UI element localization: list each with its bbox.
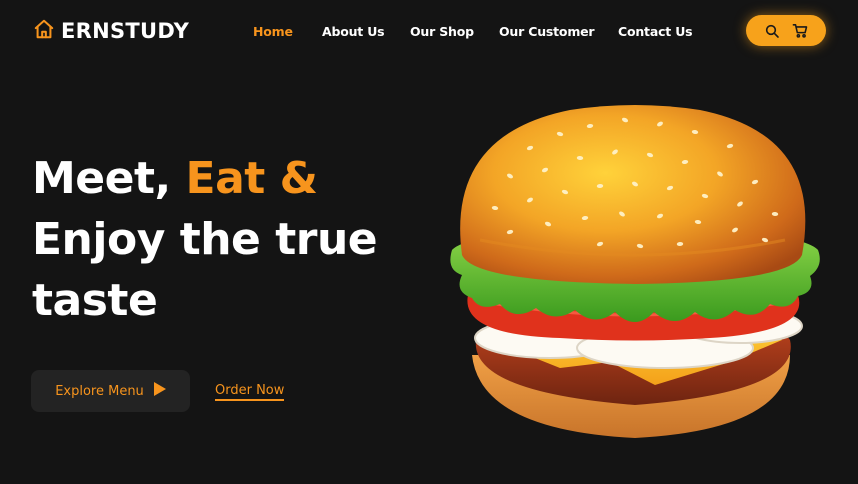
- nav-item-about-us[interactable]: About Us: [322, 24, 385, 39]
- hero-headline-white: Meet,: [32, 153, 186, 204]
- hero-headline: Meet, Eat & Enjoy the true taste: [32, 148, 432, 331]
- explore-menu-button[interactable]: Explore Menu: [31, 370, 190, 412]
- nav-item-our-customer[interactable]: Our Customer: [499, 24, 595, 39]
- order-now-link[interactable]: Order Now: [215, 383, 285, 401]
- explore-menu-label: Explore Menu: [55, 383, 144, 399]
- play-arrow-icon: [153, 382, 166, 400]
- nav-item-contact-us[interactable]: Contact Us: [618, 24, 693, 39]
- header-actions: [746, 15, 826, 46]
- hero-headline-line3: taste: [32, 275, 158, 326]
- search-icon[interactable]: [764, 23, 780, 39]
- hero-headline-line1: Meet, Eat &: [32, 153, 318, 204]
- brand-name: ERNSTUDY: [61, 19, 190, 43]
- hero-headline-accent: Eat &: [185, 153, 318, 204]
- hero-headline-line2: Enjoy the true: [32, 214, 378, 265]
- home-icon: [33, 18, 55, 44]
- brand-logo[interactable]: ERNSTUDY: [33, 18, 189, 44]
- burger-illustration: [440, 100, 830, 445]
- cart-icon[interactable]: [792, 22, 809, 39]
- nav-item-home[interactable]: Home: [253, 24, 293, 39]
- nav-item-our-shop[interactable]: Our Shop: [410, 24, 474, 39]
